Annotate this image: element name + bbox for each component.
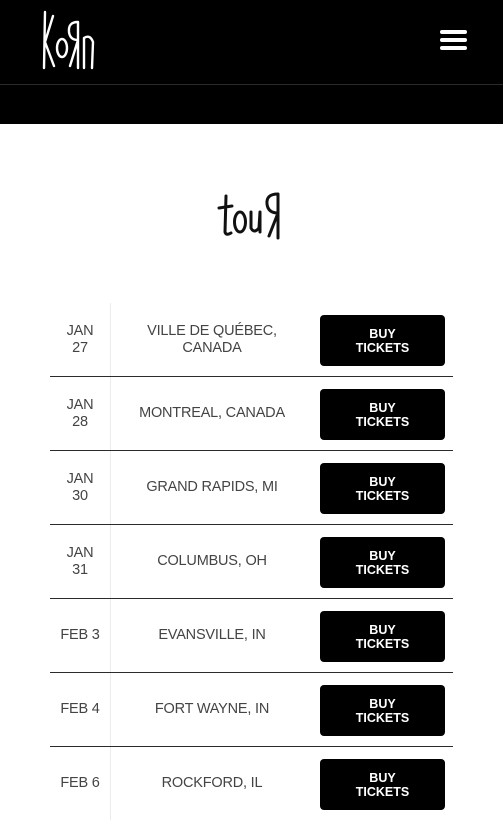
tour-date: FEB 4	[50, 673, 111, 746]
buy-tickets-button[interactable]: BUY TICKETS	[320, 463, 445, 514]
menu-bar	[440, 46, 467, 50]
sub-navigation-bar	[0, 84, 503, 124]
tour-dates-table: JAN 27 VILLE DE QUÉBEC, CANADA BUY TICKETS…	[50, 303, 453, 821]
korn-logo-icon	[42, 10, 95, 70]
tour-date: FEB 3	[50, 599, 111, 672]
tour-title-graphic	[217, 192, 280, 240]
buy-tickets-button[interactable]: BUY TICKETS	[320, 537, 445, 588]
buy-tickets-button[interactable]: BUY TICKETS	[320, 315, 445, 366]
tour-city: GRAND RAPIDS, MI	[146, 479, 278, 495]
tour-date: JAN 31	[50, 525, 111, 598]
buy-tickets-button[interactable]: BUY TICKETS	[320, 611, 445, 662]
tour-heading	[214, 186, 290, 246]
tour-row: JAN 28 MONTREAL, CANADA BUY TICKETS	[50, 377, 453, 451]
tour-row: JAN 27 VILLE DE QUÉBEC, CANADA BUY TICKETS	[50, 303, 453, 377]
buy-tickets-button[interactable]: BUY TICKETS	[320, 389, 445, 440]
menu-bar	[440, 30, 467, 34]
tour-city: COLUMBUS, OH	[157, 553, 267, 569]
tour-city: MONTREAL, CANADA	[139, 405, 285, 421]
korn-logo[interactable]	[40, 8, 98, 72]
tour-date: JAN 30	[50, 451, 111, 524]
buy-tickets-button[interactable]: BUY TICKETS	[320, 685, 445, 736]
tour-city: VILLE DE QUÉBEC, CANADA	[147, 322, 277, 356]
tour-row: JAN 30 GRAND RAPIDS, MI BUY TICKETS	[50, 451, 453, 525]
tour-date: JAN 28	[50, 377, 111, 450]
tour-row: FEB 3 EVANSVILLE, IN BUY TICKETS	[50, 599, 453, 673]
tour-date: JAN 27	[50, 303, 111, 376]
menu-bar	[440, 38, 467, 42]
hamburger-menu-icon[interactable]	[436, 26, 470, 54]
site-header	[0, 0, 503, 84]
tour-row: JAN 31 COLUMBUS, OH BUY TICKETS	[50, 525, 453, 599]
tour-row: FEB 6 ROCKFORD, IL BUY TICKETS	[50, 747, 453, 821]
buy-tickets-button[interactable]: BUY TICKETS	[320, 759, 445, 810]
tour-row: FEB 4 FORT WAYNE, IN BUY TICKETS	[50, 673, 453, 747]
tour-city: ROCKFORD, IL	[161, 775, 263, 791]
tour-city: EVANSVILLE, IN	[158, 627, 266, 643]
tour-city: FORT WAYNE, IN	[154, 701, 270, 717]
tour-date: FEB 6	[50, 747, 111, 820]
